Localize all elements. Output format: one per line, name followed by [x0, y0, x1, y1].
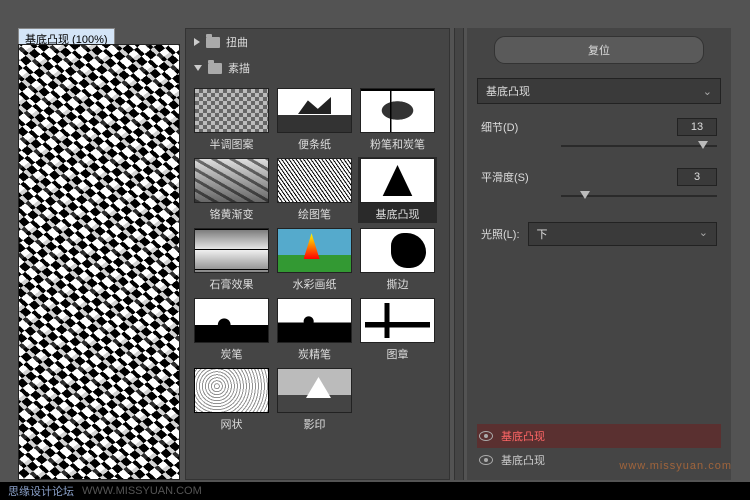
- category-sketch[interactable]: 素描: [186, 55, 449, 81]
- filter-thumb-charcoal[interactable]: 炭笔: [192, 297, 271, 363]
- footer-title: 思缘设计论坛: [8, 483, 74, 499]
- thumb-preview: [360, 88, 435, 133]
- thumb-preview: [360, 298, 435, 343]
- light-dropdown[interactable]: 下 ⌄: [528, 222, 718, 246]
- filter-thumb-conte[interactable]: 炭精笔: [275, 297, 354, 363]
- thumb-label: 撕边: [387, 276, 409, 292]
- thumb-preview: [194, 368, 269, 413]
- category-distort[interactable]: 扭曲: [186, 29, 449, 55]
- filter-thumb-stamp[interactable]: 图章: [358, 297, 437, 363]
- thumb-label: 粉笔和炭笔: [370, 136, 425, 152]
- visibility-icon[interactable]: [479, 455, 493, 465]
- light-value: 下: [537, 226, 548, 242]
- light-row: 光照(L): 下 ⌄: [481, 222, 717, 246]
- slider-thumb[interactable]: [698, 141, 708, 149]
- filter-thumb-plaster[interactable]: 石膏效果: [192, 227, 271, 293]
- filter-thumb-notepaper[interactable]: 便条纸: [275, 87, 354, 153]
- filter-thumb-photocopy[interactable]: 影印: [275, 367, 354, 433]
- filter-thumb-halftone[interactable]: 半调图案: [192, 87, 271, 153]
- folder-icon: [208, 63, 222, 74]
- thumb-preview: [360, 228, 435, 273]
- chevron-down-icon: ⌄: [703, 85, 712, 98]
- detail-label: 细节(D): [481, 119, 561, 135]
- thumb-preview: [277, 88, 352, 133]
- chevron-down-icon: ⌄: [699, 226, 708, 242]
- thumb-preview: [277, 228, 352, 273]
- smooth-label: 平滑度(S): [481, 169, 561, 185]
- detail-slider-row: 细节(D) 13: [481, 118, 717, 136]
- slider-thumb[interactable]: [580, 191, 590, 199]
- thumb-label: 网状: [221, 416, 243, 432]
- thumb-label: 铬黄渐变: [210, 206, 254, 222]
- filter-thumb-basrelief[interactable]: 基底凸现: [358, 157, 437, 223]
- detail-value[interactable]: 13: [677, 118, 717, 136]
- filter-thumb-chrome[interactable]: 铬黄渐变: [192, 157, 271, 223]
- thumb-label: 图章: [387, 346, 409, 362]
- thumb-label: 影印: [304, 416, 326, 432]
- thumb-preview: [194, 158, 269, 203]
- thumb-preview: [277, 368, 352, 413]
- effect-name: 基底凸现: [501, 452, 545, 468]
- effect-name: 基底凸现: [501, 428, 545, 444]
- smooth-value[interactable]: 3: [677, 168, 717, 186]
- visibility-icon[interactable]: [479, 431, 493, 441]
- footer-sub: WWW.MISSYUAN.COM: [82, 485, 202, 497]
- thumb-label: 绘图笔: [298, 206, 331, 222]
- thumb-label: 半调图案: [210, 136, 254, 152]
- light-label: 光照(L):: [481, 226, 520, 242]
- thumb-label: 炭精笔: [298, 346, 331, 362]
- thumb-preview: [360, 158, 435, 203]
- thumb-label: 便条纸: [298, 136, 331, 152]
- chevron-down-icon: [194, 65, 202, 71]
- chevron-right-icon: [194, 38, 200, 46]
- filter-thumb-tornedges[interactable]: 撕边: [358, 227, 437, 293]
- reset-button[interactable]: 复位: [494, 36, 704, 64]
- thumb-preview: [194, 228, 269, 273]
- effect-layer-item[interactable]: 基底凸现: [477, 424, 721, 448]
- thumb-preview: [194, 88, 269, 133]
- thumb-label: 水彩画纸: [293, 276, 337, 292]
- filter-thumb-graphicpen[interactable]: 绘图笔: [275, 157, 354, 223]
- thumb-label: 基底凸现: [376, 206, 420, 222]
- smooth-slider-row: 平滑度(S) 3: [481, 168, 717, 186]
- thumb-preview: [194, 298, 269, 343]
- thumb-preview: [277, 158, 352, 203]
- thumb-label: 炭笔: [221, 346, 243, 362]
- preset-value: 基底凸现: [486, 83, 530, 99]
- filter-thumb-chalkcharcoal[interactable]: 粉笔和炭笔: [358, 87, 437, 153]
- thumb-preview: [277, 298, 352, 343]
- footer-bar: 思缘设计论坛 WWW.MISSYUAN.COM: [0, 482, 750, 500]
- filter-gallery: 扭曲 素描 半调图案 便条纸 粉笔和炭笔 铬黄渐变 绘图笔 基底凸现 石膏效果 …: [185, 28, 450, 480]
- folder-icon: [206, 37, 220, 48]
- settings-panel: 复位 基底凸现 ⌄ 细节(D) 13 平滑度(S) 3 光照(L): 下 ⌄ 基…: [467, 28, 731, 480]
- category-label: 扭曲: [226, 34, 248, 50]
- preset-dropdown[interactable]: 基底凸现 ⌄: [477, 78, 721, 104]
- panel-divider[interactable]: [454, 28, 464, 480]
- watermark-text: www.missyuan.com: [619, 460, 732, 472]
- filter-thumb-reticulation[interactable]: 网状: [192, 367, 271, 433]
- filter-thumb-waterpaper[interactable]: 水彩画纸: [275, 227, 354, 293]
- thumbnail-grid: 半调图案 便条纸 粉笔和炭笔 铬黄渐变 绘图笔 基底凸现 石膏效果 水彩画纸 撕…: [186, 81, 449, 439]
- preview-pane[interactable]: [18, 44, 180, 480]
- thumb-label: 石膏效果: [210, 276, 254, 292]
- category-label: 素描: [228, 60, 250, 76]
- detail-slider[interactable]: [561, 140, 717, 154]
- smooth-slider[interactable]: [561, 190, 717, 204]
- preview-texture: [19, 45, 179, 479]
